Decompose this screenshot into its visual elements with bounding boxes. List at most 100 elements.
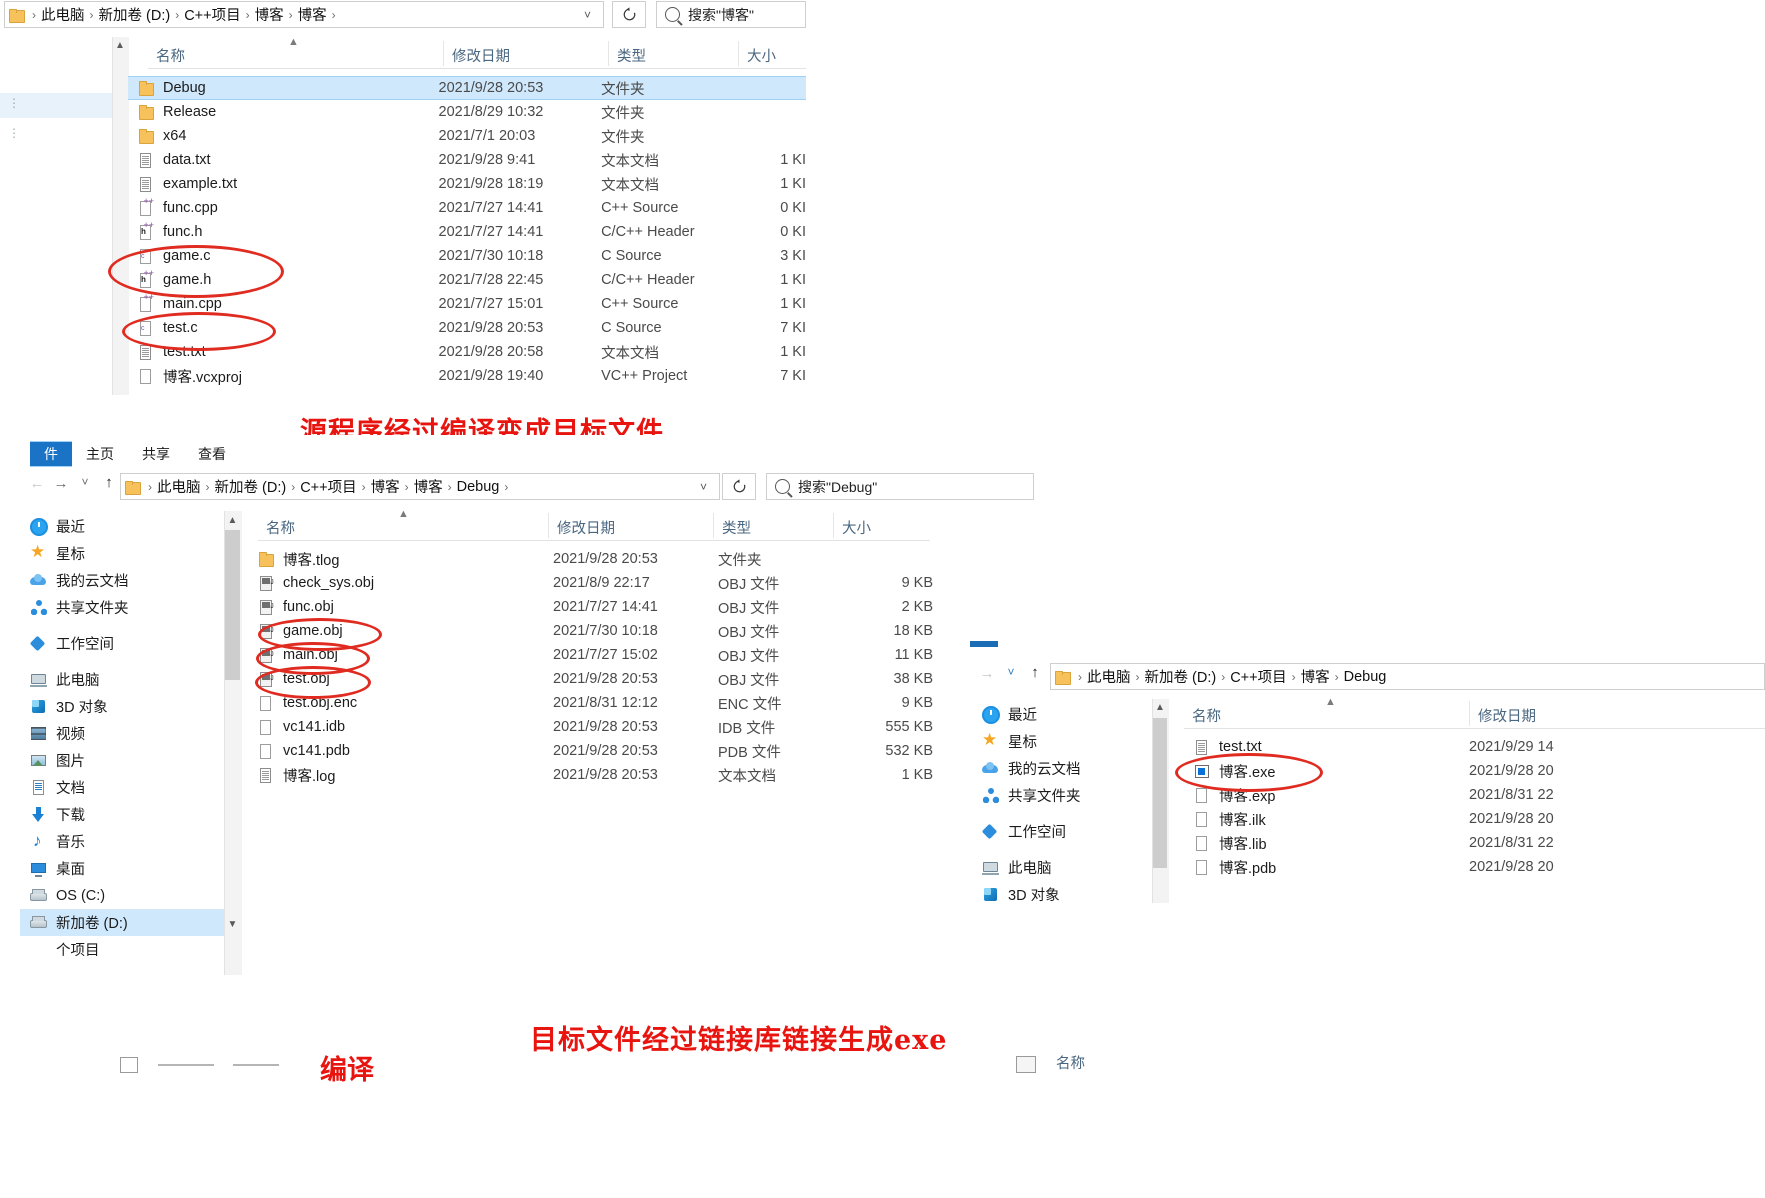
sidebar-item-8[interactable]: 图片: [20, 747, 225, 774]
sidebar-item-9[interactable]: 文档: [20, 774, 225, 801]
sidebar-item-2[interactable]: 我的云文档: [972, 755, 1152, 782]
search-input[interactable]: 搜索"博客": [688, 5, 754, 25]
breadcrumb-item-2[interactable]: C++项目: [300, 476, 356, 497]
chevron-down-icon[interactable]: ˅: [692, 480, 715, 494]
obj-file-icon: OBJ: [258, 575, 274, 592]
file-date-cell: 2021/9/28 20:58: [438, 344, 544, 360]
history-dropdown-window2[interactable]: ˅: [74, 475, 96, 489]
table-row[interactable]: example.txt 2021/9/28 18:19 文本文档 1 KI: [128, 172, 806, 196]
breadcrumb-item-4[interactable]: 博客: [298, 4, 327, 25]
sidebar-item-1[interactable]: 星标: [972, 728, 1152, 755]
breadcrumb-item-0[interactable]: 此电脑: [1087, 666, 1131, 687]
sidebar-item-6[interactable]: 3D 对象: [20, 693, 225, 720]
ribbon-tab-share[interactable]: 共享: [128, 442, 184, 466]
sidebar-item-2[interactable]: 我的云文档: [20, 567, 225, 594]
breadcrumb-item-0[interactable]: 此电脑: [41, 4, 85, 25]
breadcrumb-item-3[interactable]: 博客: [371, 476, 400, 497]
table-row[interactable]: 博客.log 2021/9/28 20:53 文本文档 1 KB: [248, 763, 938, 787]
table-row[interactable]: 博客.lib 2021/8/31 22: [1184, 831, 1765, 855]
refresh-button-window2[interactable]: [722, 473, 756, 500]
table-row[interactable]: vc141.pdb 2021/9/28 20:53 PDB 文件 532 KB: [248, 739, 938, 763]
star-icon: [30, 542, 48, 563]
refresh-button-window1[interactable]: [612, 1, 646, 28]
sidebar-scroll-thumb-window2[interactable]: [225, 530, 240, 680]
sidebar-item-0[interactable]: 最近: [972, 701, 1152, 728]
breadcrumb-window1[interactable]: › 此电脑 › 新加卷 (D:) › C++项目 › 博客 › 博客 › ˅: [4, 1, 604, 28]
breadcrumb-item-5[interactable]: Debug: [457, 479, 500, 495]
chevron-down-icon[interactable]: ˅: [576, 8, 599, 22]
search-input[interactable]: 搜索"Debug": [798, 477, 877, 497]
table-row[interactable]: x64 2021/7/1 20:03 文件夹: [128, 124, 806, 148]
sidebar-item-7[interactable]: 视频: [20, 720, 225, 747]
table-row[interactable]: h func.h 2021/7/27 14:41 C/C++ Header 0 KI: [128, 220, 806, 244]
table-row[interactable]: 博客.ilk 2021/9/28 20: [1184, 807, 1765, 831]
breadcrumb-item-4[interactable]: 博客: [414, 476, 443, 497]
sidebar-item-14[interactable]: 新加卷 (D:): [20, 909, 225, 936]
table-row[interactable]: 博客.pdb 2021/9/28 20: [1184, 855, 1765, 879]
forward-button-window3[interactable]: →: [976, 665, 998, 682]
sidebar-item-5[interactable]: 此电脑: [972, 854, 1152, 881]
breadcrumb-window2[interactable]: › 此电脑 › 新加卷 (D:) › C++项目 › 博客 › 博客 › Debug › ˅: [120, 473, 720, 500]
column-type[interactable]: 类型: [713, 513, 833, 538]
ribbon-tab-home[interactable]: 主页: [72, 442, 128, 466]
sidebar-item-13[interactable]: OS (C:): [20, 882, 225, 909]
up-button-window2[interactable]: ↑: [98, 474, 120, 491]
column-date[interactable]: 修改日期: [548, 513, 713, 538]
table-row[interactable]: OBJ check_sys.obj 2021/8/9 22:17 OBJ 文件 9 KB: [248, 571, 938, 595]
table-row[interactable]: vc141.idb 2021/9/28 20:53 IDB 文件 555 KB: [248, 715, 938, 739]
column-size[interactable]: 大小: [738, 41, 806, 66]
history-dropdown-window3[interactable]: ˅: [1000, 665, 1022, 679]
table-row[interactable]: OBJ func.obj 2021/7/27 14:41 OBJ 文件 2 KB: [248, 595, 938, 619]
breadcrumb-item-3[interactable]: 博客: [1301, 666, 1330, 687]
column-date[interactable]: 修改日期: [1469, 701, 1759, 726]
table-row[interactable]: 博客.tlog 2021/9/28 20:53 文件夹: [248, 547, 938, 571]
file-name: Debug: [163, 80, 206, 96]
sidebar-item-4[interactable]: 工作空间: [20, 630, 225, 657]
breadcrumb-item-2[interactable]: C++项目: [1230, 666, 1286, 687]
column-date[interactable]: 修改日期: [443, 41, 608, 66]
up-button-window3[interactable]: ↑: [1024, 664, 1046, 681]
sidebar-item-0[interactable]: 最近: [20, 513, 225, 540]
table-row[interactable]: 博客.vcxproj 2021/9/28 19:40 VC++ Project 7 K…: [128, 364, 806, 388]
sidebar-item-11[interactable]: 音乐: [20, 828, 225, 855]
breadcrumb-item-1[interactable]: 新加卷 (D:): [99, 4, 171, 25]
breadcrumb-item-1[interactable]: 新加卷 (D:): [215, 476, 287, 497]
table-row[interactable]: Debug 2021/9/28 20:53 文件夹: [128, 76, 806, 100]
nav-scrollbar-window1[interactable]: [112, 37, 129, 395]
forward-button-window2[interactable]: →: [50, 475, 72, 492]
sidebar-item-3[interactable]: 共享文件夹: [20, 594, 225, 621]
table-row[interactable]: data.txt 2021/9/28 9:41 文本文档 1 KI: [128, 148, 806, 172]
sidebar-scroll-thumb-window3[interactable]: [1153, 718, 1167, 868]
ribbon-tab-view[interactable]: 查看: [184, 442, 240, 466]
sidebar-scroll-down-window2[interactable]: ▼: [224, 916, 241, 933]
sidebar-item-3[interactable]: 共享文件夹: [972, 782, 1152, 809]
sidebar-item-10[interactable]: 下载: [20, 801, 225, 828]
breadcrumb-item-2[interactable]: C++项目: [184, 4, 240, 25]
back-button-window2[interactable]: ←: [26, 475, 48, 492]
sidebar-item-label: 工作空间: [56, 637, 114, 653]
breadcrumb-item-4[interactable]: Debug: [1344, 669, 1387, 685]
sidebar-item-6[interactable]: 3D 对象: [972, 881, 1152, 908]
breadcrumb-item-1[interactable]: 新加卷 (D:): [1145, 666, 1217, 687]
breadcrumb-item-0[interactable]: 此电脑: [157, 476, 201, 497]
nav-scroll-up-arrow-window1[interactable]: ▲: [112, 38, 128, 54]
sidebar-scroll-up-window3[interactable]: ▲: [1152, 700, 1168, 716]
breadcrumb-window3[interactable]: › 此电脑 › 新加卷 (D:) › C++项目 › 博客 › Debug: [1050, 663, 1765, 690]
sidebar-item-4[interactable]: 工作空间: [972, 818, 1152, 845]
breadcrumb-item-3[interactable]: 博客: [255, 4, 284, 25]
column-size[interactable]: 大小: [833, 513, 928, 538]
column-type[interactable]: 类型: [608, 41, 738, 66]
table-row[interactable]: Release 2021/8/29 10:32 文件夹: [128, 100, 806, 124]
file-date-cell: 2021/9/28 20:53: [553, 671, 658, 687]
table-row[interactable]: func.cpp 2021/7/27 14:41 C++ Source 0 KI: [128, 196, 806, 220]
search-box-window1[interactable]: 搜索"博客": [656, 1, 806, 28]
sidebar-item-1[interactable]: 星标: [20, 540, 225, 567]
sidebar-item-5[interactable]: 此电脑: [20, 666, 225, 693]
search-box-window2[interactable]: 搜索"Debug": [766, 473, 1034, 500]
sidebar-item-label: 此电脑: [56, 673, 100, 689]
sidebar-item-15[interactable]: 个项目: [20, 936, 225, 963]
file-date-cell: 2021/8/9 22:17: [553, 575, 650, 591]
ribbon-tab-file[interactable]: 件: [30, 441, 72, 467]
sidebar-item-12[interactable]: 桌面: [20, 855, 225, 882]
sidebar-scroll-up-window2[interactable]: ▲: [224, 512, 241, 529]
